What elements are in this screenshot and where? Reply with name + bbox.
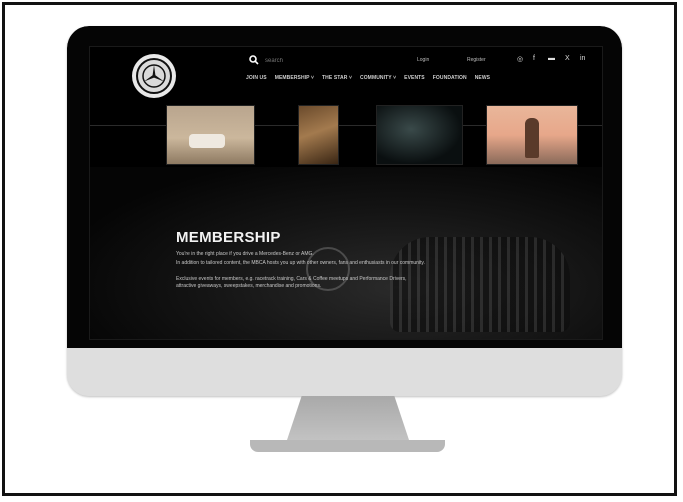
login-link[interactable]: Login <box>417 57 429 63</box>
monitor: Login Register ◎ f ▬ X in JOIN US MEMBER… <box>67 26 622 396</box>
search-input[interactable] <box>265 55 345 67</box>
facebook-icon[interactable]: f <box>533 55 535 62</box>
search-icon[interactable] <box>249 55 259 68</box>
star-icon <box>136 58 172 94</box>
register-link[interactable]: Register <box>467 57 486 63</box>
membership-text-line-1: You're in the right place if you drive a… <box>176 251 314 257</box>
nav-news[interactable]: NEWS <box>475 75 490 81</box>
photo-couple-with-car[interactable] <box>486 105 578 165</box>
website-screen: Login Register ◎ f ▬ X in JOIN US MEMBER… <box>89 46 603 340</box>
nav-community[interactable]: COMMUNITY ˅ <box>360 75 396 81</box>
main-nav: JOIN US MEMBERSHIP ˅ THE STAR ˅ COMMUNIT… <box>246 75 490 81</box>
nav-join-us[interactable]: JOIN US <box>246 75 267 81</box>
membership-heading: MEMBERSHIP <box>176 229 281 246</box>
photo-car-interior[interactable] <box>298 105 339 165</box>
monitor-bezel: Login Register ◎ f ▬ X in JOIN US MEMBER… <box>67 26 622 348</box>
x-icon[interactable]: X <box>565 55 570 62</box>
nav-membership[interactable]: MEMBERSHIP ˅ <box>275 75 314 81</box>
linkedin-icon[interactable]: in <box>580 55 585 62</box>
nav-the-star[interactable]: THE STAR ˅ <box>322 75 352 81</box>
photo-vintage-car-desert[interactable] <box>166 105 255 165</box>
monitor-stand-neck <box>287 396 409 440</box>
membership-text-line-3: Exclusive events for members, e.g. racet… <box>176 276 407 289</box>
monitor-chin <box>67 348 622 396</box>
nav-foundation[interactable]: FOUNDATION <box>433 75 467 81</box>
youtube-icon[interactable]: ▬ <box>548 55 555 62</box>
mercedes-star-logo[interactable] <box>132 54 176 98</box>
photo-dark-car-headlights[interactable] <box>376 105 463 165</box>
nav-events[interactable]: EVENTS <box>404 75 425 81</box>
instagram-icon[interactable]: ◎ <box>517 55 523 63</box>
membership-text-line-2: In addition to tailored content, the MBC… <box>176 260 425 266</box>
monitor-stand-base <box>250 440 445 452</box>
